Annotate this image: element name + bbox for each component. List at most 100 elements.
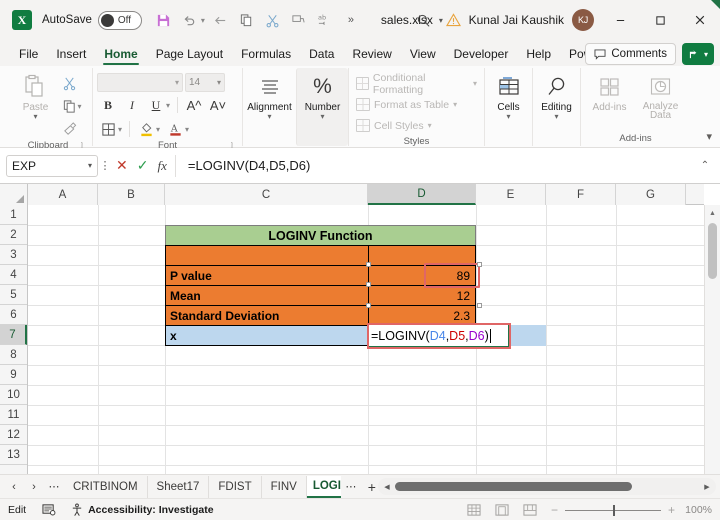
format-as-table-chevron-down-icon[interactable]: ▾ [453, 100, 457, 109]
sheet-tab-sheet17[interactable]: Sheet17 [148, 475, 210, 498]
row-header-7[interactable]: 7 [0, 325, 27, 345]
font-color-button[interactable]: A [164, 118, 186, 140]
undo-chevron-down-icon[interactable]: ▾ [201, 16, 205, 25]
save-icon[interactable] [152, 8, 176, 32]
tab-home[interactable]: Home [95, 45, 146, 66]
grow-font-button[interactable]: A^ [183, 94, 205, 116]
cut-icon[interactable] [261, 8, 285, 32]
scroll-right-icon[interactable]: ▶ [702, 483, 712, 491]
zoom-out-button[interactable]: − [550, 503, 559, 517]
avatar[interactable]: KJ [572, 9, 594, 31]
font-size-chevron-down-icon[interactable]: ▾ [217, 78, 221, 87]
autosave-toggle[interactable]: Off [97, 10, 142, 30]
cut-button[interactable] [58, 72, 80, 94]
tab-insert[interactable]: Insert [47, 45, 95, 66]
search-icon[interactable] [407, 0, 441, 40]
row-header-3[interactable]: 3 [0, 245, 27, 265]
borders-button[interactable] [97, 118, 119, 140]
borders-chevron-down-icon[interactable]: ▾ [118, 125, 122, 134]
scroll-left-icon[interactable]: ◀ [382, 483, 392, 491]
scroll-up-icon[interactable]: ▲ [705, 205, 720, 221]
share-chevron-down-icon[interactable]: ▾ [704, 50, 708, 59]
conditional-formatting-chevron-down-icon[interactable]: ▾ [473, 79, 477, 88]
collapse-ribbon-chevron-icon[interactable]: ▾ [706, 130, 712, 143]
macro-record-button[interactable] [42, 503, 56, 516]
cell-styles-chevron-down-icon[interactable]: ▾ [428, 121, 432, 130]
cell-c3[interactable] [165, 245, 369, 266]
normal-view-button[interactable] [466, 502, 482, 518]
sheet-tab-fdist[interactable]: FDIST [209, 475, 262, 498]
undo-icon[interactable] [178, 8, 202, 32]
horizontal-scroll-thumb[interactable] [395, 482, 633, 491]
editing-chevron-down-icon[interactable]: ▾ [554, 113, 558, 121]
alignment-chevron-down-icon[interactable]: ▾ [267, 113, 271, 121]
name-box-chevron-down-icon[interactable]: ▾ [88, 161, 92, 170]
row-header-8[interactable]: 8 [0, 345, 27, 365]
analyze-data-button[interactable]: Analyze Data [635, 70, 687, 121]
tab-view[interactable]: View [401, 45, 445, 66]
tab-file[interactable]: File [10, 45, 47, 66]
cell-c5[interactable]: Mean [165, 285, 369, 306]
row-header-4[interactable]: 4 [0, 265, 27, 285]
range-handle-mr[interactable] [477, 303, 482, 308]
cell-d7-editor[interactable]: =LOGINV(D4, D5, D6) [368, 324, 509, 347]
italic-button[interactable]: I [121, 94, 143, 116]
next-sheet-button[interactable]: › [24, 476, 44, 498]
redo-icon[interactable] [209, 8, 233, 32]
editing-button[interactable]: Editing ▾ [534, 70, 580, 121]
cell-c7[interactable]: x [165, 325, 369, 346]
cell-c6[interactable]: Standard Deviation [165, 305, 369, 326]
row-header-9[interactable]: 9 [0, 365, 27, 385]
row-header-12[interactable]: 12 [0, 425, 27, 445]
zoom-in-button[interactable]: + [667, 503, 676, 517]
range-handle-tl[interactable] [366, 262, 371, 267]
font-color-chevron-down-icon[interactable]: ▾ [185, 125, 189, 134]
comments-button[interactable]: Comments [585, 43, 676, 65]
sheet-tab-critbinom[interactable]: CRITBINOM [64, 475, 148, 498]
maximize-button[interactable] [640, 0, 680, 40]
zoom-level-label[interactable]: 100% [682, 504, 712, 516]
tab-page-layout[interactable]: Page Layout [147, 45, 232, 66]
zoom-slider[interactable] [565, 504, 661, 516]
row-header-1[interactable]: 1 [0, 205, 27, 225]
range-handle-ml[interactable] [366, 303, 371, 308]
row-header-2[interactable]: 2 [0, 225, 27, 245]
cell-d5[interactable]: 12 [368, 285, 476, 306]
formula-input[interactable]: =LOGINV(D4,D5,D6) [176, 158, 696, 173]
vertical-scrollbar[interactable]: ▲ [704, 205, 720, 474]
paste-button[interactable]: Paste ▾ [12, 70, 58, 121]
qat-more-icon[interactable]: » [339, 8, 363, 32]
column-header-f[interactable]: F [546, 184, 616, 205]
copy-chevron-down-icon[interactable]: ▾ [77, 102, 81, 111]
fill-color-chevron-down-icon[interactable]: ▾ [156, 125, 160, 134]
page-layout-view-button[interactable] [494, 502, 510, 518]
column-header-b[interactable]: B [98, 184, 165, 205]
column-header-d[interactable]: D [368, 184, 476, 205]
shrink-font-button[interactable]: A˅ [207, 94, 229, 116]
bold-button[interactable]: B [97, 94, 119, 116]
fill-color-button[interactable] [135, 118, 157, 140]
minimize-button[interactable] [600, 0, 640, 40]
expand-formula-bar-icon[interactable]: ⌃ [696, 160, 714, 171]
vertical-scroll-thumb[interactable] [708, 223, 717, 279]
column-header-a[interactable]: A [28, 184, 98, 205]
horizontal-scrollbar[interactable]: ◀ ▶ [378, 478, 716, 495]
copy-icon[interactable] [235, 8, 259, 32]
column-header-c[interactable]: C [165, 184, 368, 205]
formula-bar-options-icon[interactable]: ⋮ [98, 159, 112, 172]
accessibility-status[interactable]: Accessibility: Investigate [70, 503, 214, 517]
cell-d6[interactable]: 2.3 [368, 305, 476, 326]
font-size-input[interactable]: 14 ▾ [185, 73, 225, 92]
name-box[interactable]: EXP ▾ [6, 154, 98, 177]
sheet-tab-loginv[interactable]: LOGINV [306, 475, 341, 498]
row-header-13[interactable]: 13 [0, 445, 27, 465]
alignment-button[interactable]: Alignment ▾ [245, 70, 295, 121]
range-handle-tr[interactable] [477, 262, 482, 267]
cell-d4[interactable]: 89 [368, 265, 476, 286]
column-header-g[interactable]: G [616, 184, 686, 205]
range-handle-bl[interactable] [366, 282, 371, 287]
share-button[interactable]: ▾ [681, 43, 714, 65]
font-name-chevron-down-icon[interactable]: ▾ [175, 78, 179, 87]
row-header-11[interactable]: 11 [0, 405, 27, 425]
format-as-table-button[interactable]: Format as Table ▾ [353, 94, 480, 115]
